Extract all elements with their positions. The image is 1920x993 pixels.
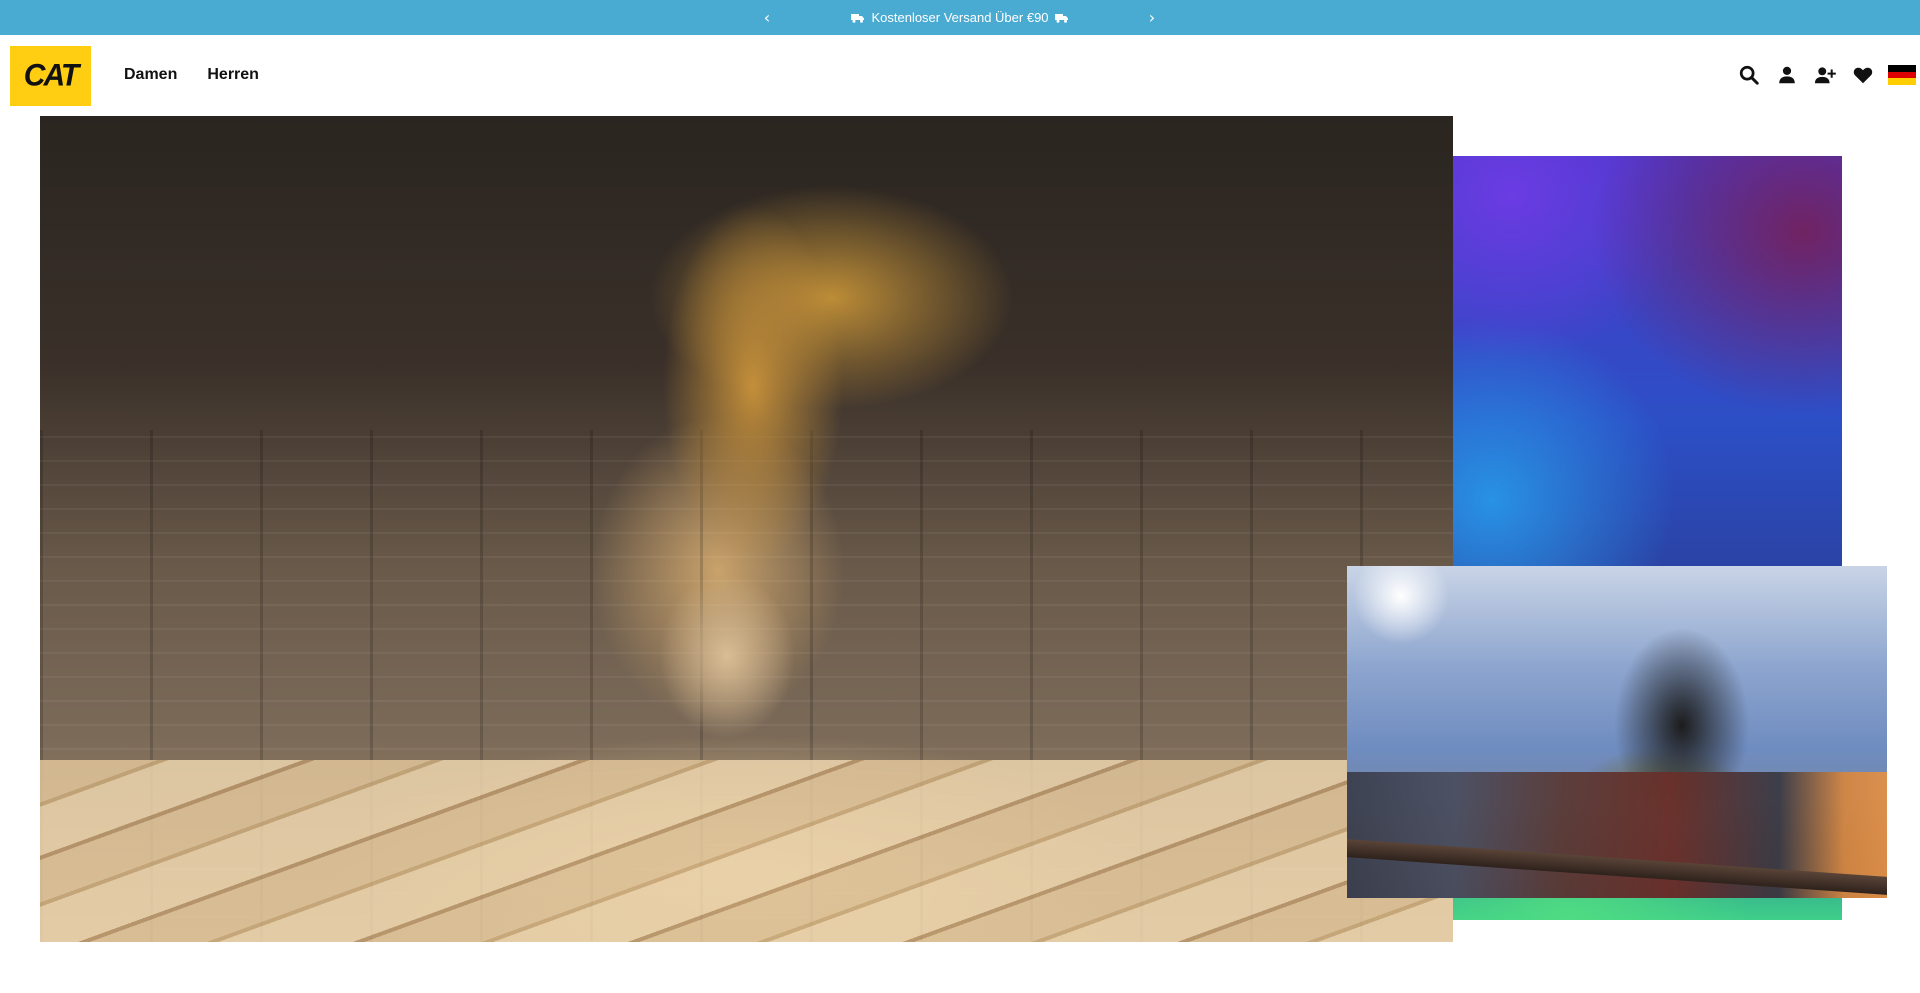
register-icon[interactable]: [1812, 62, 1838, 88]
site-header: CAT Damen Herren: [0, 35, 1920, 115]
hero-image[interactable]: [40, 116, 1453, 942]
promo-next-button[interactable]: ›: [1140, 0, 1164, 35]
promo-message[interactable]: Kostenloser Versand Über €90: [869, 10, 1050, 25]
header-icons: [1736, 35, 1916, 115]
promo-message-container: Kostenloser Versand Über €90: [0, 0, 1920, 35]
logo-text: CAT: [23, 58, 79, 93]
wishlist-icon[interactable]: [1850, 62, 1876, 88]
promo-bar: ‹ Kostenloser Versand Über €90 ›: [0, 0, 1920, 35]
hero-model-figure: [610, 146, 870, 746]
nav-item-damen[interactable]: Damen: [124, 66, 177, 84]
nav-item-herren[interactable]: Herren: [207, 66, 259, 84]
inset-image[interactable]: [1347, 566, 1887, 898]
account-icon[interactable]: [1774, 62, 1800, 88]
country-flag-de[interactable]: [1888, 65, 1916, 86]
truck-icon: [1054, 13, 1068, 23]
main-nav: Damen Herren: [124, 35, 259, 115]
cat-logo[interactable]: CAT: [10, 46, 91, 106]
hero-wood-planks: [40, 760, 1453, 942]
search-icon[interactable]: [1736, 62, 1762, 88]
truck-icon: [851, 13, 865, 23]
